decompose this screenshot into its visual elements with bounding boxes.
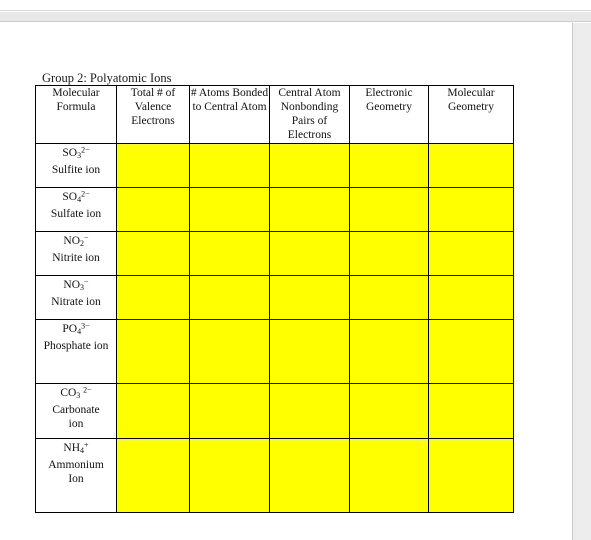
answer-cell[interactable] [349,383,429,439]
table-row: SO42− Sulfate ion [35,187,514,232]
ion-name-sulfate: Sulfate ion [50,208,102,221]
formula-ammonium: NH4+ [63,441,89,456]
row-label-nitrate: NO3− Nitrate ion [35,275,117,320]
polyatomic-ions-table: Molecular Formula Total # of Valence Ele… [35,85,514,513]
answer-cell[interactable] [116,438,190,513]
answer-cell[interactable] [349,275,429,320]
answer-cell[interactable] [116,275,190,320]
answer-cell[interactable] [269,187,350,232]
table-row: NO2− Nitrite ion [35,231,514,276]
row-label-sulfate: SO42− Sulfate ion [35,187,117,232]
answer-cell[interactable] [189,438,270,513]
table-row: NO3− Nitrate ion [35,275,514,320]
answer-cell[interactable] [116,187,190,232]
answer-cell[interactable] [189,275,270,320]
answer-cell[interactable] [428,143,514,188]
column-header-electronic-geometry: Electronic Geometry [349,85,429,144]
answer-cell[interactable] [428,187,514,232]
ion-name-carbonate: Carbonate ion [52,404,100,431]
column-header-molecular-formula: Molecular Formula [35,85,117,144]
answer-cell[interactable] [189,143,270,188]
table-caption: Group 2: Polyatomic Ions [42,71,172,85]
answer-cell[interactable] [116,143,190,188]
column-header-valence-electrons: Total # of Valence Electrons [116,85,190,144]
answer-cell[interactable] [349,143,429,188]
answer-cell[interactable] [349,438,429,513]
table-row: SO32− Sulfite ion [35,143,514,188]
formula-nitrite: NO2− [63,234,89,249]
table-row: PO43− Phosphate ion [35,319,514,384]
formula-phosphate: PO43− [62,322,90,337]
answer-cell[interactable] [269,143,350,188]
ion-name-nitrite: Nitrite ion [52,252,100,265]
column-header-nonbonding-pairs: Central Atom Nonbonding Pairs of Electro… [269,85,350,144]
answer-cell[interactable] [428,275,514,320]
ion-name-nitrate: Nitrate ion [51,296,101,309]
formula-nitrate: NO3− [63,278,89,293]
ion-name-phosphate: Phosphate ion [43,340,109,353]
formula-carbonate: CO3 2− [60,386,92,401]
ion-name-sulfite: Sulfite ion [51,164,101,177]
answer-cell[interactable] [189,319,270,384]
row-label-sulfite: SO32− Sulfite ion [35,143,117,188]
document-page: Group 2: Polyatomic Ions Molecular Formu… [0,23,573,540]
row-label-ammonium: NH4+ Ammonium Ion [35,438,117,513]
answer-cell[interactable] [189,231,270,276]
answer-cell[interactable] [349,319,429,384]
answer-cell[interactable] [428,383,514,439]
answer-cell[interactable] [349,187,429,232]
row-label-phosphate: PO43− Phosphate ion [35,319,117,384]
answer-cell[interactable] [428,319,514,384]
formula-sulfate: SO42− [62,190,90,205]
answer-cell[interactable] [116,319,190,384]
ion-name-ammonium: Ammonium Ion [48,459,104,486]
answer-cell[interactable] [116,383,190,439]
answer-cell[interactable] [269,231,350,276]
column-header-atoms-bonded: # Atoms Bonded to Central Atom [189,85,270,144]
row-label-nitrite: NO2− Nitrite ion [35,231,117,276]
answer-cell[interactable] [269,383,350,439]
answer-cell[interactable] [428,231,514,276]
formula-sulfite: SO32− [62,146,90,161]
answer-cell[interactable] [428,438,514,513]
table-row: CO3 2− Carbonate ion [35,383,514,439]
table-row: NH4+ Ammonium Ion [35,438,514,513]
row-label-carbonate: CO3 2− Carbonate ion [35,383,117,439]
answer-cell[interactable] [116,231,190,276]
answer-cell[interactable] [269,319,350,384]
window-top-strip [0,0,591,11]
column-header-molecular-geometry: Molecular Geometry [428,85,514,144]
answer-cell[interactable] [189,383,270,439]
table-header-row: Molecular Formula Total # of Valence Ele… [35,85,514,144]
answer-cell[interactable] [349,231,429,276]
toolbar-strip [0,12,591,22]
answer-cell[interactable] [269,275,350,320]
answer-cell[interactable] [269,438,350,513]
answer-cell[interactable] [189,187,270,232]
